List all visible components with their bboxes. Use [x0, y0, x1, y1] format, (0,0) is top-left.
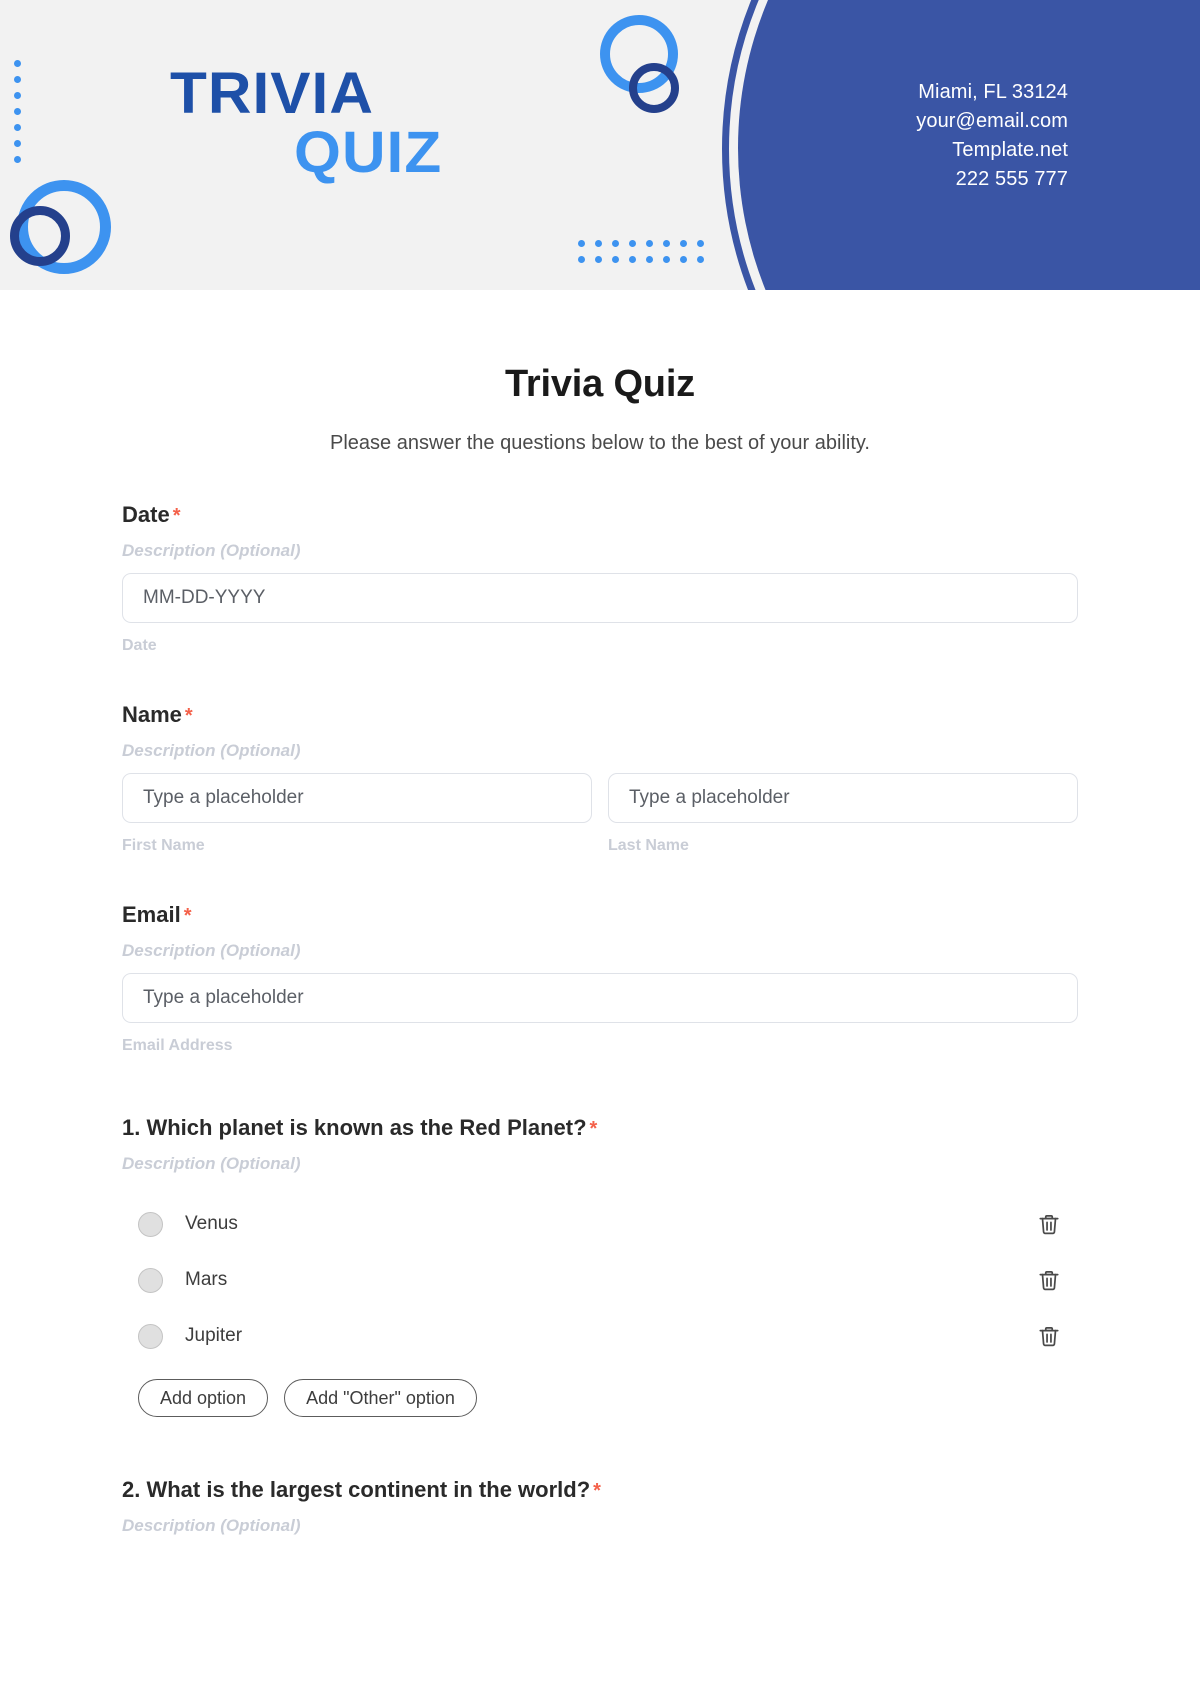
- dots-horizontal-decoration: [578, 240, 704, 272]
- required-asterisk: *: [184, 705, 193, 727]
- option-row[interactable]: Mars: [122, 1252, 1078, 1308]
- contact-address: Miami, FL 33124: [918, 81, 1068, 103]
- first-name-input[interactable]: Type a placeholder: [122, 773, 592, 823]
- page-header: TRIVIA QUIZ Miami, FL 33124 your@email.c…: [0, 0, 1200, 290]
- option-label: Venus: [185, 1213, 238, 1234]
- question-2-description: Description (Optional): [122, 1516, 301, 1535]
- field-label-text: Date: [122, 502, 170, 527]
- option-row[interactable]: Venus: [122, 1196, 1078, 1252]
- contact-website: Template.net: [952, 139, 1068, 161]
- option-label: Jupiter: [185, 1325, 243, 1346]
- required-asterisk: *: [593, 1480, 601, 1502]
- question-1-title: 1. Which planet is known as the Red Plan…: [122, 1115, 1078, 1141]
- sub-label-date: Date: [122, 637, 157, 654]
- question-1-text: 1. Which planet is known as the Red Plan…: [122, 1115, 587, 1140]
- date-input-placeholder: MM-DD-YYYY: [143, 587, 266, 608]
- required-asterisk: *: [589, 1118, 598, 1140]
- question-2-title: 2. What is the largest continent in the …: [122, 1477, 1078, 1503]
- sub-label-last-name: Last Name: [608, 837, 689, 854]
- contact-info: Miami, FL 33124 your@email.com Template.…: [916, 78, 1068, 194]
- field-label-text: Name: [122, 702, 182, 727]
- contact-email: your@email.com: [916, 110, 1068, 132]
- page-subtitle: Please answer the questions below to the…: [330, 432, 870, 454]
- sub-label-first-name: First Name: [122, 837, 205, 854]
- email-input[interactable]: Type a placeholder: [122, 973, 1078, 1023]
- circle-outline-navy-top: [629, 63, 679, 113]
- last-name-input[interactable]: Type a placeholder: [608, 773, 1078, 823]
- trash-icon[interactable]: [1036, 1323, 1062, 1349]
- field-label-date: Date *: [122, 502, 1078, 528]
- question-2: 2. What is the largest continent in the …: [122, 1477, 1078, 1536]
- field-label-email: Email *: [122, 902, 1078, 928]
- logo-line-quiz: QUIZ: [294, 120, 443, 185]
- question-1-options: Venus Mars Jupiter: [122, 1196, 1078, 1364]
- field-description-date: Description (Optional): [122, 541, 301, 560]
- field-email: Email * Description (Optional) Type a pla…: [122, 902, 1078, 1055]
- radio-button-icon[interactable]: [138, 1323, 163, 1349]
- form-container: Trivia Quiz Please answer the questions …: [0, 363, 1200, 1536]
- trash-icon[interactable]: [1036, 1267, 1062, 1293]
- field-label-text: Email: [122, 902, 181, 927]
- question-1: 1. Which planet is known as the Red Plan…: [122, 1115, 1078, 1417]
- radio-button-icon[interactable]: [138, 1267, 163, 1293]
- sub-label-email-address: Email Address: [122, 1037, 233, 1054]
- contact-phone: 222 555 777: [955, 168, 1068, 190]
- date-input[interactable]: MM-DD-YYYY: [122, 573, 1078, 623]
- question-1-actions: Add option Add "Other" option: [122, 1379, 1078, 1417]
- question-1-description: Description (Optional): [122, 1154, 301, 1173]
- page-title: Trivia Quiz: [505, 363, 695, 405]
- field-date: Date * Description (Optional) MM-DD-YYYY …: [122, 502, 1078, 655]
- field-description-email: Description (Optional): [122, 941, 301, 960]
- field-label-name: Name *: [122, 702, 1078, 728]
- field-name: Name * Description (Optional) Type a plac…: [122, 702, 1078, 855]
- dots-vertical-decoration: [14, 60, 21, 172]
- option-row[interactable]: Jupiter: [122, 1308, 1078, 1364]
- circle-outline-navy-left: [10, 206, 70, 266]
- name-inputs-row: Type a placeholder First Name Type a pla…: [122, 761, 1078, 855]
- radio-button-icon[interactable]: [138, 1211, 163, 1237]
- required-asterisk: *: [183, 905, 192, 927]
- question-2-text: 2. What is the largest continent in the …: [122, 1477, 591, 1502]
- field-description-name: Description (Optional): [122, 741, 301, 760]
- add-option-button[interactable]: Add option: [138, 1379, 269, 1417]
- last-name-placeholder: Type a placeholder: [629, 787, 790, 808]
- required-asterisk: *: [172, 505, 181, 527]
- first-name-placeholder: Type a placeholder: [143, 787, 304, 808]
- brand-logo: TRIVIA QUIZ: [170, 65, 441, 184]
- option-label: Mars: [185, 1269, 228, 1290]
- add-other-option-button[interactable]: Add "Other" option: [284, 1379, 477, 1417]
- logo-line-trivia: TRIVIA: [170, 61, 374, 126]
- email-input-placeholder: Type a placeholder: [143, 987, 304, 1008]
- trash-icon[interactable]: [1036, 1211, 1062, 1237]
